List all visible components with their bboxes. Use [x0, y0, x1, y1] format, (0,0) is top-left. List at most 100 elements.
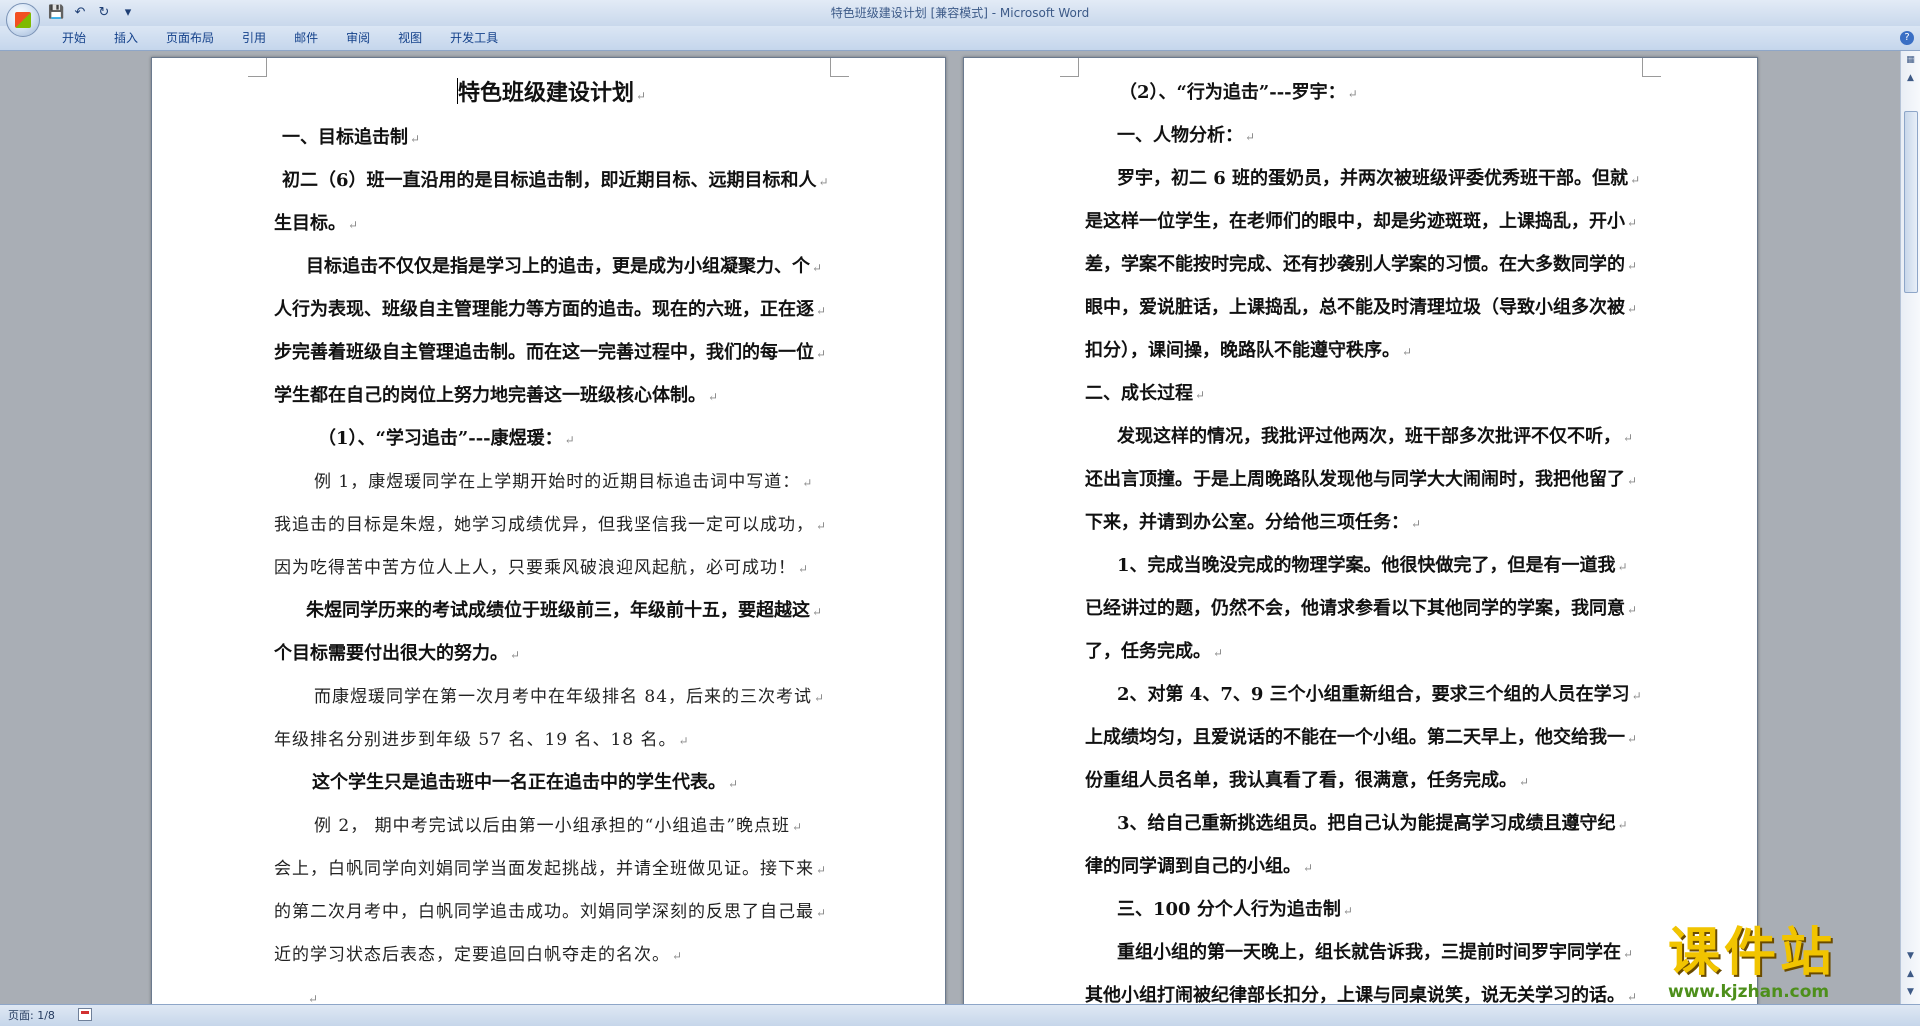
paragraph[interactable]: 例 1，康煜瑗同学在上学期开始时的近期目标追击词中写道： ↵ — [274, 461, 829, 504]
crop-mark — [248, 58, 267, 77]
paragraph[interactable]: 一、目标追击制 ↵ — [274, 117, 829, 160]
paragraph-mark-icon: ↵ — [816, 519, 828, 533]
paragraph[interactable]: 的第二次月考中，白帆同学追击成功。刘娟同学深刻的反思了自己最 ↵ — [274, 891, 829, 934]
paragraph-mark-icon: ↵ — [1627, 302, 1638, 316]
paragraph[interactable]: 而康煜瑗同学在第一次月考中在年级排名 84，后来的三次考试 ↵ — [274, 676, 829, 719]
ribbon-tab[interactable]: 插入 — [100, 26, 152, 50]
paragraph[interactable]: 上成绩均匀，且爱说话的不能在一个小组。第二天早上，他交给我一 ↵ — [1085, 717, 1645, 760]
paragraph[interactable]: 因为吃得苦中苦方位人上人，只要乘风破浪迎风起航，必可成功！ ↵ — [274, 547, 829, 590]
title-bar: 💾 ↶ ↻ ▾ 特色班级建设计划 [兼容模式] - Microsoft Word — [0, 0, 1920, 37]
paragraph[interactable]: 例 2， 期中考完试以后由第一小组承担的“小组追击”晚点班 ↵ — [274, 805, 829, 848]
paragraph[interactable]: 人行为表现、班级自主管理能力等方面的追击。现在的六班，正在逐 ↵ — [274, 289, 829, 332]
previous-page-icon[interactable]: ▲ — [1903, 967, 1918, 982]
scroll-up-icon[interactable]: ▲ — [1903, 71, 1918, 86]
paragraph-mark-icon: ↵ — [678, 734, 690, 748]
ribbon-tab[interactable]: 邮件 — [280, 26, 332, 50]
paragraph[interactable]: 学生都在自己的岗位上努力地完善这一班级核心体制。 ↵ — [274, 375, 829, 418]
ribbon-tab[interactable]: 视图 — [384, 26, 436, 50]
paragraph[interactable]: 扣分），课间操，晚路队不能遵守秩序。 ↵ — [1085, 330, 1645, 373]
paragraph-text: 2、对第 4、7、9 三个小组重新组合，要求三个组的人员在学习 — [1117, 684, 1630, 705]
paragraph-text: 律的同学调到自己的小组。 — [1085, 856, 1301, 877]
page-count[interactable]: 页面: 1/8 — [8, 1005, 55, 1026]
paragraph[interactable]: 这个学生只是追击班中一名正在追击中的学生代表。 ↵ — [274, 762, 829, 805]
crop-mark — [830, 58, 849, 77]
paragraph[interactable]: （2）、“行为追击”---罗宇： ↵ — [1085, 72, 1645, 115]
paragraph-mark-icon: ↵ — [1303, 861, 1314, 875]
page-content-right[interactable]: （2）、“行为追击”---罗宇： ↵ 一、人物分析： ↵ 罗宇，初二 6 班的蛋奶员，并… — [1085, 72, 1645, 1004]
paragraph-text: 3、给自己重新挑选组员。把自己认为能提高学习成绩且遵守纪 — [1117, 813, 1616, 834]
paragraph-mark-icon: ↵ — [564, 433, 575, 447]
ribbon-tab[interactable]: 页面布局 — [152, 26, 228, 50]
paragraph-text: 上成绩均匀，且爱说话的不能在一个小组。第二天早上，他交给我一 — [1085, 727, 1625, 748]
paragraph[interactable]: （1）、“学习追击”---康煜瑗： ↵ — [274, 418, 829, 461]
paragraph-text: 二、成长过程 — [1085, 383, 1193, 404]
paragraph-mark-icon: ↵ — [348, 218, 359, 232]
paragraph[interactable]: 一、人物分析： ↵ — [1085, 115, 1645, 158]
paragraph[interactable]: 差，学案不能按时完成、还有抄袭别人学案的习惯。在大多数同学的 ↵ — [1085, 244, 1645, 287]
paragraph-text: 其他小组打闹被纪律部长扣分，上课与同桌说笑，说无关学习的话。 — [1085, 985, 1625, 1004]
paragraph[interactable]: 了，任务完成。 ↵ — [1085, 631, 1645, 674]
scroll-down-icon[interactable]: ▼ — [1903, 949, 1918, 964]
proofing-icon[interactable] — [78, 1008, 92, 1021]
ribbon-tab[interactable]: 开发工具 — [436, 26, 512, 50]
paragraph-mark-icon: ↵ — [816, 304, 827, 318]
paragraph[interactable]: 其他小组打闹被纪律部长扣分，上课与同桌说笑，说无关学习的话。 ↵ — [1085, 975, 1645, 1004]
document-area[interactable]: 特色班级建设计划 ↵ 一、目标追击制 ↵ 初二（6）班一直沿用的是目标追击制，即近期目标… — [0, 51, 1901, 1004]
paragraph[interactable]: 初二（6）班一直沿用的是目标追击制，即近期目标、远期目标和人 ↵ — [274, 160, 829, 203]
paragraph[interactable]: 是这样一位学生，在老师们的眼中，却是劣迹斑斑，上课捣乱，开小 ↵ — [1085, 201, 1645, 244]
paragraph[interactable]: 目标追击不仅仅是指是学习上的追击，更是成为小组凝聚力、个 ↵ — [274, 246, 829, 289]
paragraph[interactable]: 重组小组的第一天晚上，组长就告诉我，三提前时间罗宇同学在 ↵ — [1085, 932, 1645, 975]
paragraph[interactable]: 会上，白帆同学向刘娟同学当面发起挑战，并请全班做见证。接下来 ↵ — [274, 848, 829, 891]
vertical-scrollbar[interactable]: ▦ ▲ ▼ ▲ ▼ — [1900, 51, 1920, 1004]
help-icon[interactable]: ? — [1900, 31, 1914, 45]
ribbon-tab[interactable]: 引用 — [228, 26, 280, 50]
paragraph-text: 个目标需要付出很大的努力。 — [274, 643, 508, 664]
paragraph[interactable]: 2、对第 4、7、9 三个小组重新组合，要求三个组的人员在学习 ↵ — [1085, 674, 1645, 717]
paragraph[interactable]: 三、100 分个人行为追击制 ↵ — [1085, 889, 1645, 932]
paragraph[interactable]: 二、成长过程 ↵ — [1085, 373, 1645, 416]
paragraph[interactable]: 已经讲过的题，仍然不会，他请求参看以下其他同学的学案，我同意 ↵ — [1085, 588, 1645, 631]
paragraph[interactable]: 还出言顶撞。于是上周晚路队发现他与同学大大闹闹时，我把他留了 ↵ — [1085, 459, 1645, 502]
paragraph-mark-icon: ↵ — [816, 863, 828, 877]
paragraph[interactable]: 3、给自己重新挑选组员。把自己认为能提高学习成绩且遵守纪 ↵ — [1085, 803, 1645, 846]
paragraph[interactable]: 步完善着班级自主管理追击制。而在这一完善过程中，我们的每一位 ↵ — [274, 332, 829, 375]
paragraph-mark-icon: ↵ — [308, 992, 320, 1004]
page-content-left[interactable]: 特色班级建设计划 ↵ 一、目标追击制 ↵ 初二（6）班一直沿用的是目标追击制，即近期目标… — [274, 72, 829, 1004]
page-right[interactable]: （2）、“行为追击”---罗宇： ↵ 一、人物分析： ↵ 罗宇，初二 6 班的蛋奶员，并… — [963, 57, 1758, 1004]
paragraph[interactable]: 生目标。 ↵ — [274, 203, 829, 246]
paragraph-mark-icon: ↵ — [1617, 560, 1628, 574]
scroll-thumb[interactable] — [1904, 111, 1918, 293]
paragraph[interactable]: 我追击的目标是朱煜，她学习成绩优异，但我坚信我一定可以成功， ↵ — [274, 504, 829, 547]
paragraph-mark-icon: ↵ — [410, 132, 421, 146]
paragraph[interactable]: 律的同学调到自己的小组。 ↵ — [1085, 846, 1645, 889]
page-left[interactable]: 特色班级建设计划 ↵ 一、目标追击制 ↵ 初二（6）班一直沿用的是目标追击制，即近期目标… — [151, 57, 946, 1004]
paragraph-mark-icon: ↵ — [816, 347, 827, 361]
paragraph-text: 发现这样的情况，我批评过他两次，班干部多次批评不仅不听， — [1117, 426, 1621, 447]
window-title: 特色班级建设计划 [兼容模式] - Microsoft Word — [830, 6, 1090, 20]
paragraph-text: 的第二次月考中，白帆同学追击成功。刘娟同学深刻的反思了自己最 — [274, 902, 814, 922]
paragraph[interactable]: 发现这样的情况，我批评过他两次，班干部多次批评不仅不听， ↵ — [1085, 416, 1645, 459]
paragraph-text: 例 2， 期中考完试以后由第一小组承担的“小组追击”晚点班 — [314, 816, 791, 836]
paragraph[interactable]: 近的学习状态后表态，定要追回白帆夺走的名次。 ↵ — [274, 934, 829, 977]
ribbon-tab[interactable]: 审阅 — [332, 26, 384, 50]
paragraph-mark-icon: ↵ — [1213, 646, 1224, 660]
next-page-icon[interactable]: ▼ — [1903, 985, 1918, 1000]
paragraph[interactable]: 眼中，爱说脏话，上课捣乱，总不能及时清理垃圾（导致小组多次被 ↵ — [1085, 287, 1645, 330]
paragraph[interactable]: 年级排名分别进步到年级 57 名、19 名、18 名。 ↵ — [274, 719, 829, 762]
office-button[interactable] — [6, 3, 40, 37]
paragraph[interactable]: 份重组人员名单，我认真看了看，很满意，任务完成。 ↵ — [1085, 760, 1645, 803]
paragraph[interactable]: 罗宇，初二 6 班的蛋奶员，并两次被班级评委优秀班干部。但就 ↵ — [1085, 158, 1645, 201]
paragraph[interactable]: ↵ — [274, 977, 829, 1004]
paragraph[interactable]: 朱煜同学历来的考试成绩位于班级前三，年级前十五，要超越这 ↵ — [274, 590, 829, 633]
paragraph[interactable]: 个目标需要付出很大的努力。 ↵ — [274, 633, 829, 676]
ribbon-tab[interactable]: 开始 — [48, 26, 100, 50]
paragraph-mark-icon: ↵ — [1342, 904, 1353, 918]
paragraph[interactable]: 1、完成当晚没完成的物理学案。他很快做完了，但是有一道我 ↵ — [1085, 545, 1645, 588]
paragraph-text: 了，任务完成。 — [1085, 641, 1211, 662]
paragraph[interactable]: 下来，并请到办公室。分给他三项任务： ↵ — [1085, 502, 1645, 545]
paragraph-text: 还出言顶撞。于是上周晚路队发现他与同学大大闹闹时，我把他留了 — [1085, 469, 1625, 490]
ruler-toggle-icon[interactable]: ▦ — [1903, 53, 1918, 68]
paragraph-text: 重组小组的第一天晚上，组长就告诉我，三提前时间罗宇同学在 — [1117, 942, 1621, 963]
document-title[interactable]: 特色班级建设计划 ↵ — [274, 72, 829, 117]
paragraph-text: 生目标。 — [274, 213, 346, 234]
